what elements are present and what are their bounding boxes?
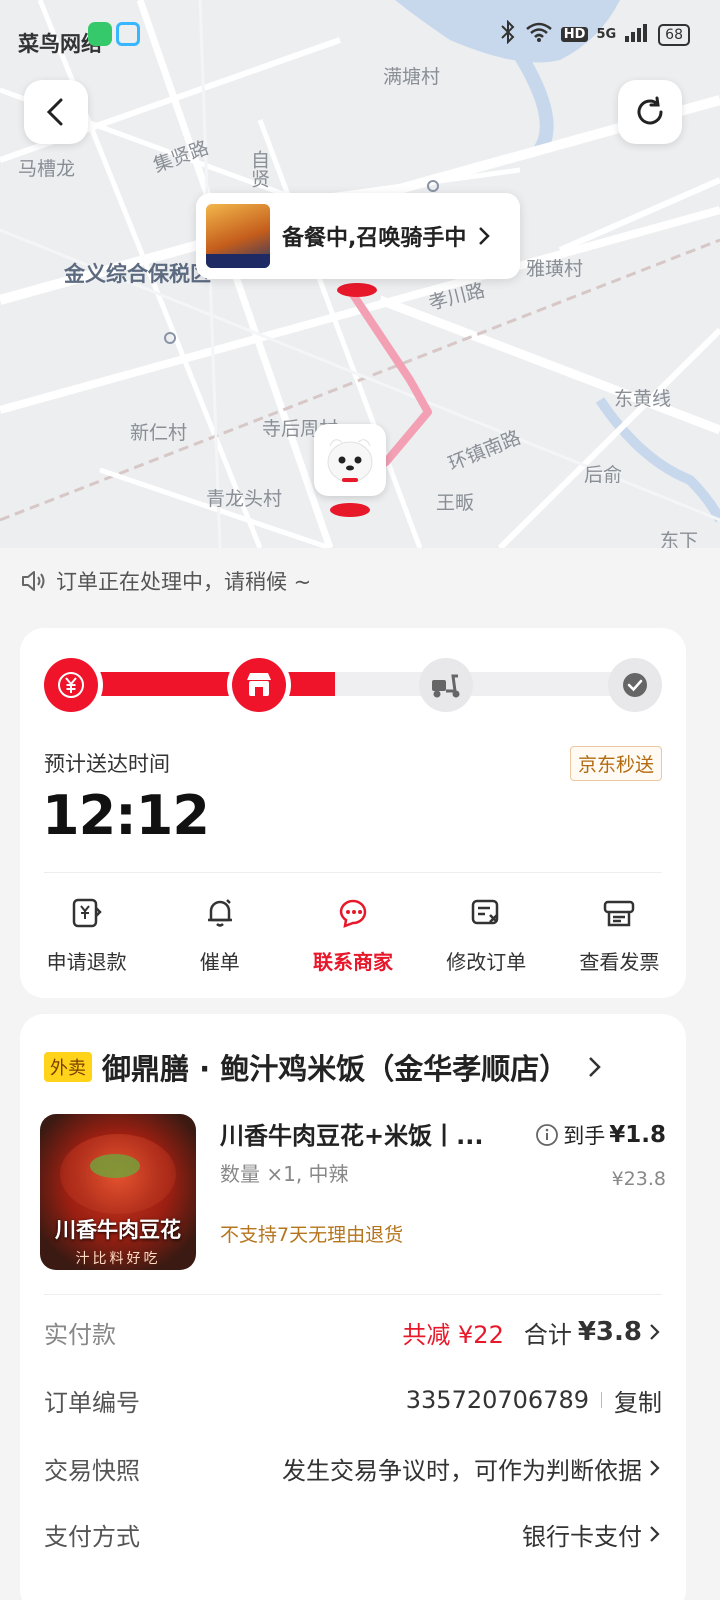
notice-text: 订单正在处理中，请稍候 ~ xyxy=(56,570,312,594)
map-label: 青龙头村 xyxy=(206,488,283,510)
signal-icon xyxy=(624,22,650,47)
final-price-prefix: 到手 xyxy=(563,1124,606,1148)
original-price: ¥23.8 xyxy=(611,1168,666,1190)
final-price-value: ¥1.8 xyxy=(609,1122,666,1148)
delivery-progress-card: 预计送达时间 12:12 京东秒送 申请退款 催单 联系商家 修改订单 查看发票 xyxy=(20,628,686,998)
snapshot-value: 发生交易争议时，可作为判断依据 xyxy=(282,1456,642,1485)
map-label: 新仁村 xyxy=(130,422,188,444)
eta-label: 预计送达时间 xyxy=(44,752,170,776)
copy-button[interactable]: 复制 xyxy=(614,1383,662,1418)
refresh-icon xyxy=(637,96,663,125)
total-amount: ¥3.8 xyxy=(577,1317,642,1347)
food-image-caption: 川香牛肉豆花 xyxy=(55,1218,181,1242)
order-actions: 申请退款 催单 联系商家 修改订单 查看发票 xyxy=(20,896,686,975)
rider-marker xyxy=(314,424,386,496)
scooter-icon xyxy=(432,674,460,698)
map-label: 马槽龙 xyxy=(18,158,76,180)
status-icons: HD 5G 68 xyxy=(499,19,690,49)
chat-icon xyxy=(339,899,367,928)
discount-amount: 共减 ¥22 xyxy=(402,1320,504,1349)
wechat-notification-icon xyxy=(88,22,112,46)
food-spec: 数量 ×1, 中辣 xyxy=(220,1162,349,1186)
food-image-subcaption: 汁比料好吃 xyxy=(75,1251,161,1267)
order-number: 335720706789 xyxy=(405,1386,589,1414)
battery-indicator: 68 xyxy=(658,23,690,46)
map-label: 东黄线 xyxy=(614,388,672,410)
order-notice: 订单正在处理中，请稍候 ~ xyxy=(20,566,311,596)
total-prefix: 合计 xyxy=(523,1320,572,1349)
bluetooth-icon xyxy=(499,19,517,49)
step-paid xyxy=(44,658,98,712)
map-label: 金义综合保税区 xyxy=(64,262,211,286)
order-detail-card: 外卖 御鼎膳 · 鲍汁鸡米饭（金华孝顺店） 川香牛肉豆花 汁比料好吃 川香牛肉豆… xyxy=(20,1014,686,1600)
paid-amount-row[interactable]: 实付款 共减 ¥22 合计 ¥3.8 xyxy=(44,1312,662,1352)
chevron-right-icon xyxy=(479,227,491,245)
back-arrow-icon xyxy=(46,98,63,126)
service-badge: 京东秒送 xyxy=(569,746,662,781)
map-label: 王畈 xyxy=(436,492,475,514)
eta-time: 12:12 xyxy=(42,784,210,847)
mascot-icon xyxy=(327,439,373,483)
bell-icon xyxy=(207,899,232,927)
contact-merchant-button[interactable]: 联系商家 xyxy=(286,896,419,975)
refund-button[interactable]: 申请退款 xyxy=(20,896,153,975)
step-delivery xyxy=(419,658,473,712)
invoice-icon xyxy=(604,900,635,927)
modify-order-button[interactable]: 修改订单 xyxy=(420,896,553,975)
chevron-right-icon xyxy=(650,1324,660,1340)
urge-order-button[interactable]: 催单 xyxy=(153,896,286,975)
app-notification-icon xyxy=(116,22,140,46)
action-label: 申请退款 xyxy=(46,950,127,974)
map-label: 自贤 xyxy=(248,150,270,188)
yuan-icon xyxy=(58,672,84,698)
chevron-right-icon xyxy=(650,1526,660,1542)
status-bar: 菜鸟网络 HD 5G 68 xyxy=(0,0,720,70)
order-number-row: 订单编号 335720706789 复制 xyxy=(44,1380,662,1420)
map-label: 后俞 xyxy=(584,464,623,486)
payment-method-row[interactable]: 支付方式 银行卡支付 xyxy=(44,1514,662,1554)
edit-order-icon xyxy=(471,899,499,925)
hd-icon: HD xyxy=(560,27,589,42)
view-invoice-button[interactable]: 查看发票 xyxy=(553,896,686,975)
map-label: 东下 xyxy=(660,530,699,548)
map-label: 雅璜村 xyxy=(526,258,584,280)
snapshot-label: 交易快照 xyxy=(44,1456,140,1485)
store-icon xyxy=(247,673,271,696)
food-name[interactable]: 川香牛肉豆花+米饭丨... xyxy=(220,1116,483,1151)
check-circle-icon xyxy=(623,673,647,697)
order-number-label: 订单编号 xyxy=(44,1388,140,1417)
shop-status-bubble[interactable]: 备餐中,召唤骑手中 xyxy=(196,193,520,279)
refresh-button[interactable] xyxy=(618,80,682,144)
action-label: 修改订单 xyxy=(446,950,527,974)
wifi-icon xyxy=(525,21,553,48)
action-label: 查看发票 xyxy=(579,950,660,974)
final-price[interactable]: 到手 ¥1.8 xyxy=(535,1120,666,1150)
step-delivered xyxy=(608,658,662,712)
payment-label: 支付方式 xyxy=(44,1522,140,1551)
takeaway-tag: 外卖 xyxy=(44,1052,92,1082)
refund-icon xyxy=(72,898,102,928)
store-header[interactable]: 外卖 御鼎膳 · 鲍汁鸡米饭（金华孝顺店） xyxy=(44,1046,604,1088)
shop-status-text: 备餐中,召唤骑手中 xyxy=(282,226,467,251)
shop-thumbnail xyxy=(206,204,270,268)
network-type: 5G xyxy=(596,27,617,42)
speaker-icon xyxy=(22,571,45,591)
paid-label: 实付款 xyxy=(44,1320,116,1349)
chevron-right-icon xyxy=(650,1460,660,1476)
step-merchant xyxy=(232,658,286,712)
store-name: 御鼎膳 · 鲍汁鸡米饭（金华孝顺店） xyxy=(102,1052,569,1086)
info-icon xyxy=(536,1124,559,1146)
chevron-right-icon xyxy=(589,1057,601,1077)
divider xyxy=(44,1294,662,1295)
food-image[interactable]: 川香牛肉豆花 汁比料好吃 xyxy=(40,1114,196,1270)
action-label: 催单 xyxy=(199,950,240,974)
action-label: 联系商家 xyxy=(313,950,393,974)
progress-track xyxy=(46,672,660,696)
return-policy-note: 不支持7天无理由退货 xyxy=(220,1224,404,1246)
back-button[interactable] xyxy=(24,80,88,144)
map-view[interactable]: 满塘村 马槽龙 集贤路 自贤 金义综合保税区 雅璜村 孝川路 东黄线 新仁村 寺… xyxy=(0,0,720,548)
trade-snapshot-row[interactable]: 交易快照 发生交易争议时，可作为判断依据 xyxy=(44,1448,662,1488)
payment-value: 银行卡支付 xyxy=(522,1522,642,1551)
divider xyxy=(44,872,662,873)
